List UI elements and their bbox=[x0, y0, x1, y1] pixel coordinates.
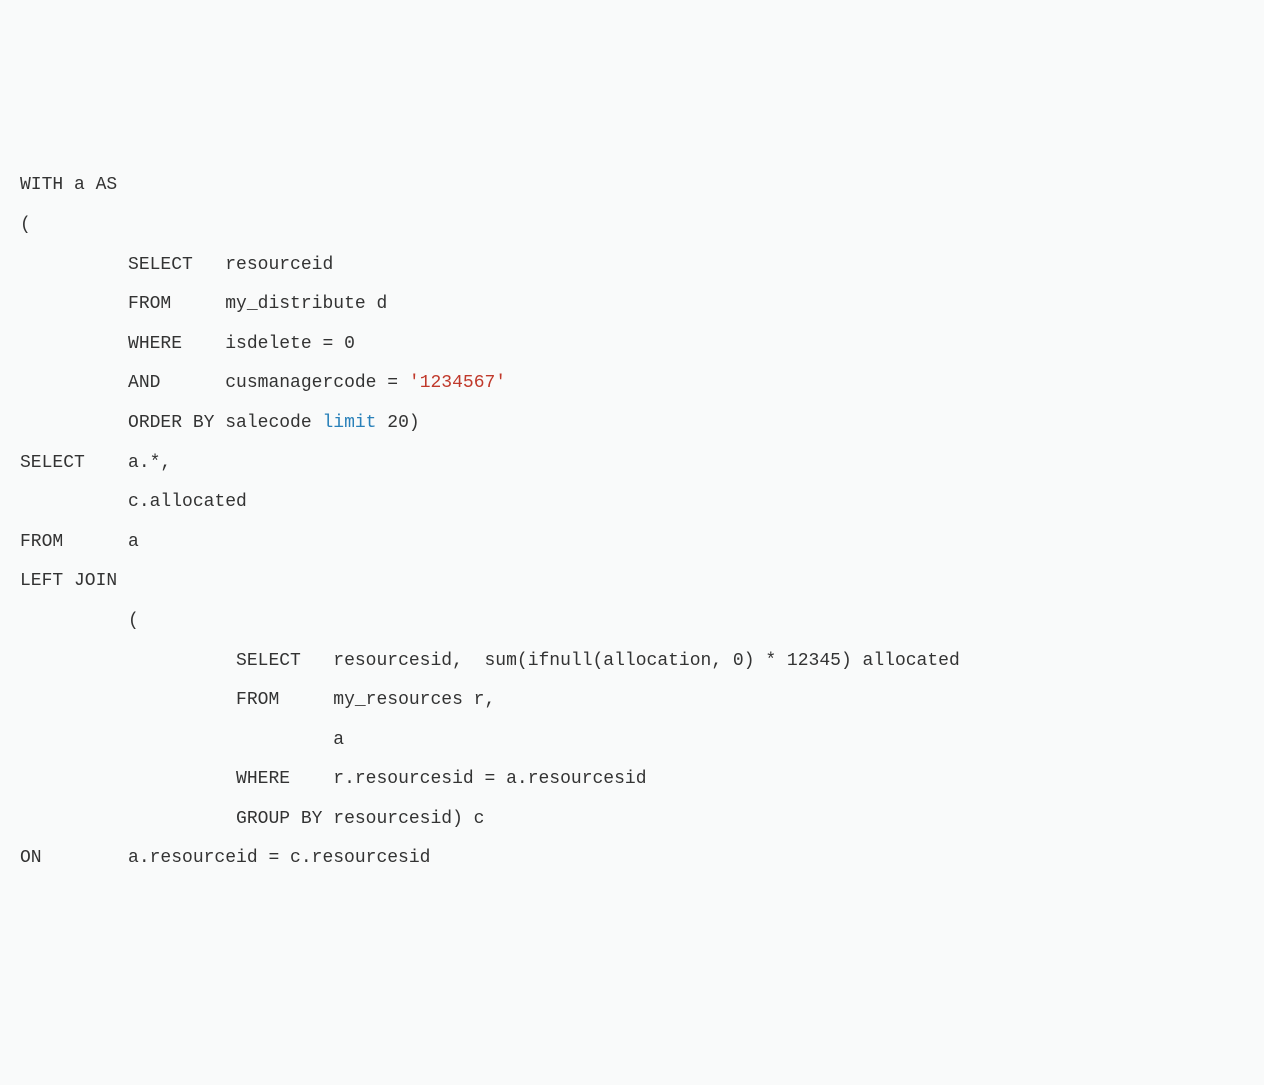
code-line: SELECT resourcesid, sum(ifnull(allocatio… bbox=[20, 642, 1264, 682]
code-line: ( bbox=[20, 602, 1264, 642]
code-segment: AND cusmanagercode = bbox=[128, 373, 409, 393]
code-line: ORDER BY salecode limit 20) bbox=[20, 404, 1264, 444]
code-line: ON a.resourceid = c.resourcesid bbox=[20, 839, 1264, 879]
code-segment: FROM a bbox=[20, 532, 139, 552]
sql-code-block: WITH a AS ( SELECT resourceid FROM my_dis… bbox=[20, 166, 1264, 879]
code-line: ( bbox=[20, 206, 1264, 246]
code-segment: SELECT resourcesid, sum(ifnull(allocatio… bbox=[236, 651, 960, 671]
code-line: WHERE r.resourcesid = a.resourcesid bbox=[20, 760, 1264, 800]
code-segment: ON a.resourceid = c.resourcesid bbox=[20, 848, 430, 868]
code-segment: 20) bbox=[376, 413, 419, 433]
code-line: a bbox=[20, 721, 1264, 761]
code-segment: GROUP BY resourcesid) c bbox=[236, 809, 484, 829]
code-line: WITH a AS bbox=[20, 166, 1264, 206]
code-segment: a bbox=[333, 730, 344, 750]
code-line: WHERE isdelete = 0 bbox=[20, 325, 1264, 365]
code-line: c.allocated bbox=[20, 483, 1264, 523]
code-line: LEFT JOIN bbox=[20, 562, 1264, 602]
code-segment: SELECT a.*, bbox=[20, 453, 171, 473]
code-segment: LEFT JOIN bbox=[20, 571, 117, 591]
code-line: AND cusmanagercode = '1234567' bbox=[20, 364, 1264, 404]
code-segment: ( bbox=[128, 611, 139, 631]
code-segment: limit bbox=[322, 413, 376, 433]
code-line: SELECT a.*, bbox=[20, 444, 1264, 484]
code-line: GROUP BY resourcesid) c bbox=[20, 800, 1264, 840]
code-segment: WHERE isdelete = 0 bbox=[128, 334, 355, 354]
code-line: FROM a bbox=[20, 523, 1264, 563]
code-segment: c.allocated bbox=[128, 492, 247, 512]
code-segment: '1234567' bbox=[409, 373, 506, 393]
code-line: SELECT resourceid bbox=[20, 246, 1264, 286]
code-segment: ( bbox=[20, 215, 31, 235]
code-segment: WITH a AS bbox=[20, 175, 117, 195]
code-segment: WHERE r.resourcesid = a.resourcesid bbox=[236, 769, 646, 789]
code-segment: FROM my_distribute d bbox=[128, 294, 387, 314]
code-line: FROM my_resources r, bbox=[20, 681, 1264, 721]
code-line: FROM my_distribute d bbox=[20, 285, 1264, 325]
code-segment: FROM my_resources r, bbox=[236, 690, 495, 710]
code-segment: ORDER BY salecode bbox=[128, 413, 322, 433]
code-segment: SELECT resourceid bbox=[128, 255, 333, 275]
